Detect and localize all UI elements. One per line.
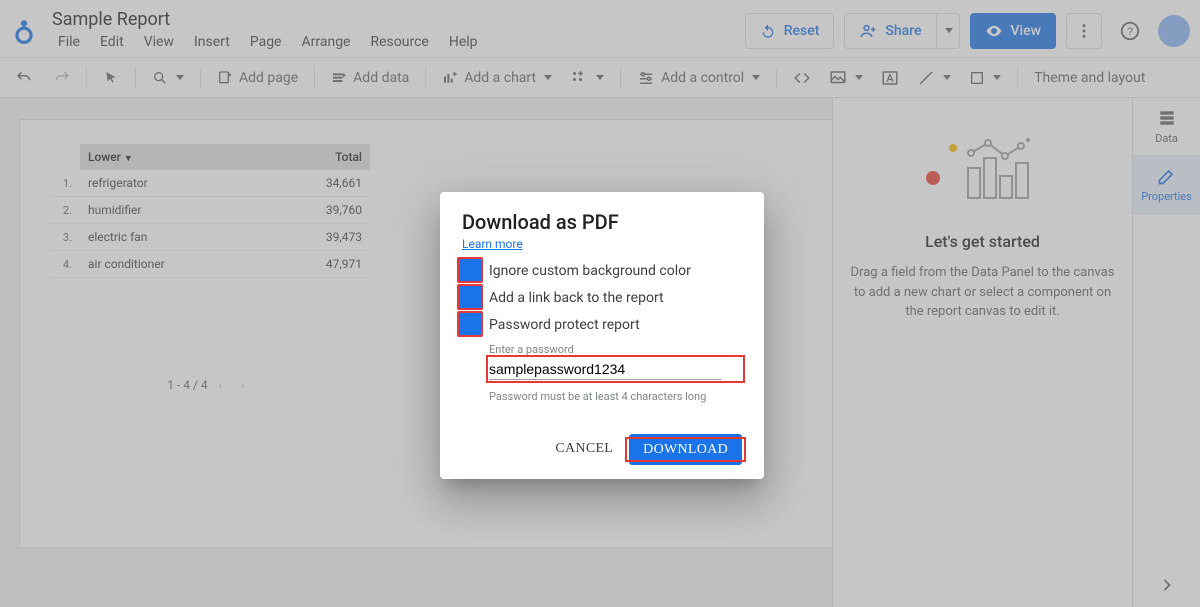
password-label: Enter a password <box>489 343 742 356</box>
password-input[interactable] <box>489 358 721 380</box>
download-pdf-dialog: Download as PDF Learn more Ignore custom… <box>440 192 764 479</box>
option-link-back-label: Add a link back to the report <box>489 290 664 306</box>
dialog-title: Download as PDF <box>462 210 742 234</box>
option-link-back: Add a link back to the report <box>462 289 742 306</box>
download-button[interactable]: DOWNLOAD <box>629 434 742 465</box>
check-icon <box>465 319 477 331</box>
password-hint: Password must be at least 4 characters l… <box>489 390 742 403</box>
check-icon <box>465 265 477 277</box>
option-password-label: Password protect report <box>489 317 640 333</box>
check-icon <box>465 292 477 304</box>
option-password: Password protect report <box>462 316 742 333</box>
checkbox-ignore-bg[interactable] <box>462 262 479 279</box>
option-ignore-bg-label: Ignore custom background color <box>489 263 691 279</box>
checkbox-password[interactable] <box>462 316 479 333</box>
learn-more-link[interactable]: Learn more <box>462 237 523 251</box>
option-ignore-bg: Ignore custom background color <box>462 262 742 279</box>
checkbox-link-back[interactable] <box>462 289 479 306</box>
cancel-button[interactable]: CANCEL <box>545 433 623 465</box>
